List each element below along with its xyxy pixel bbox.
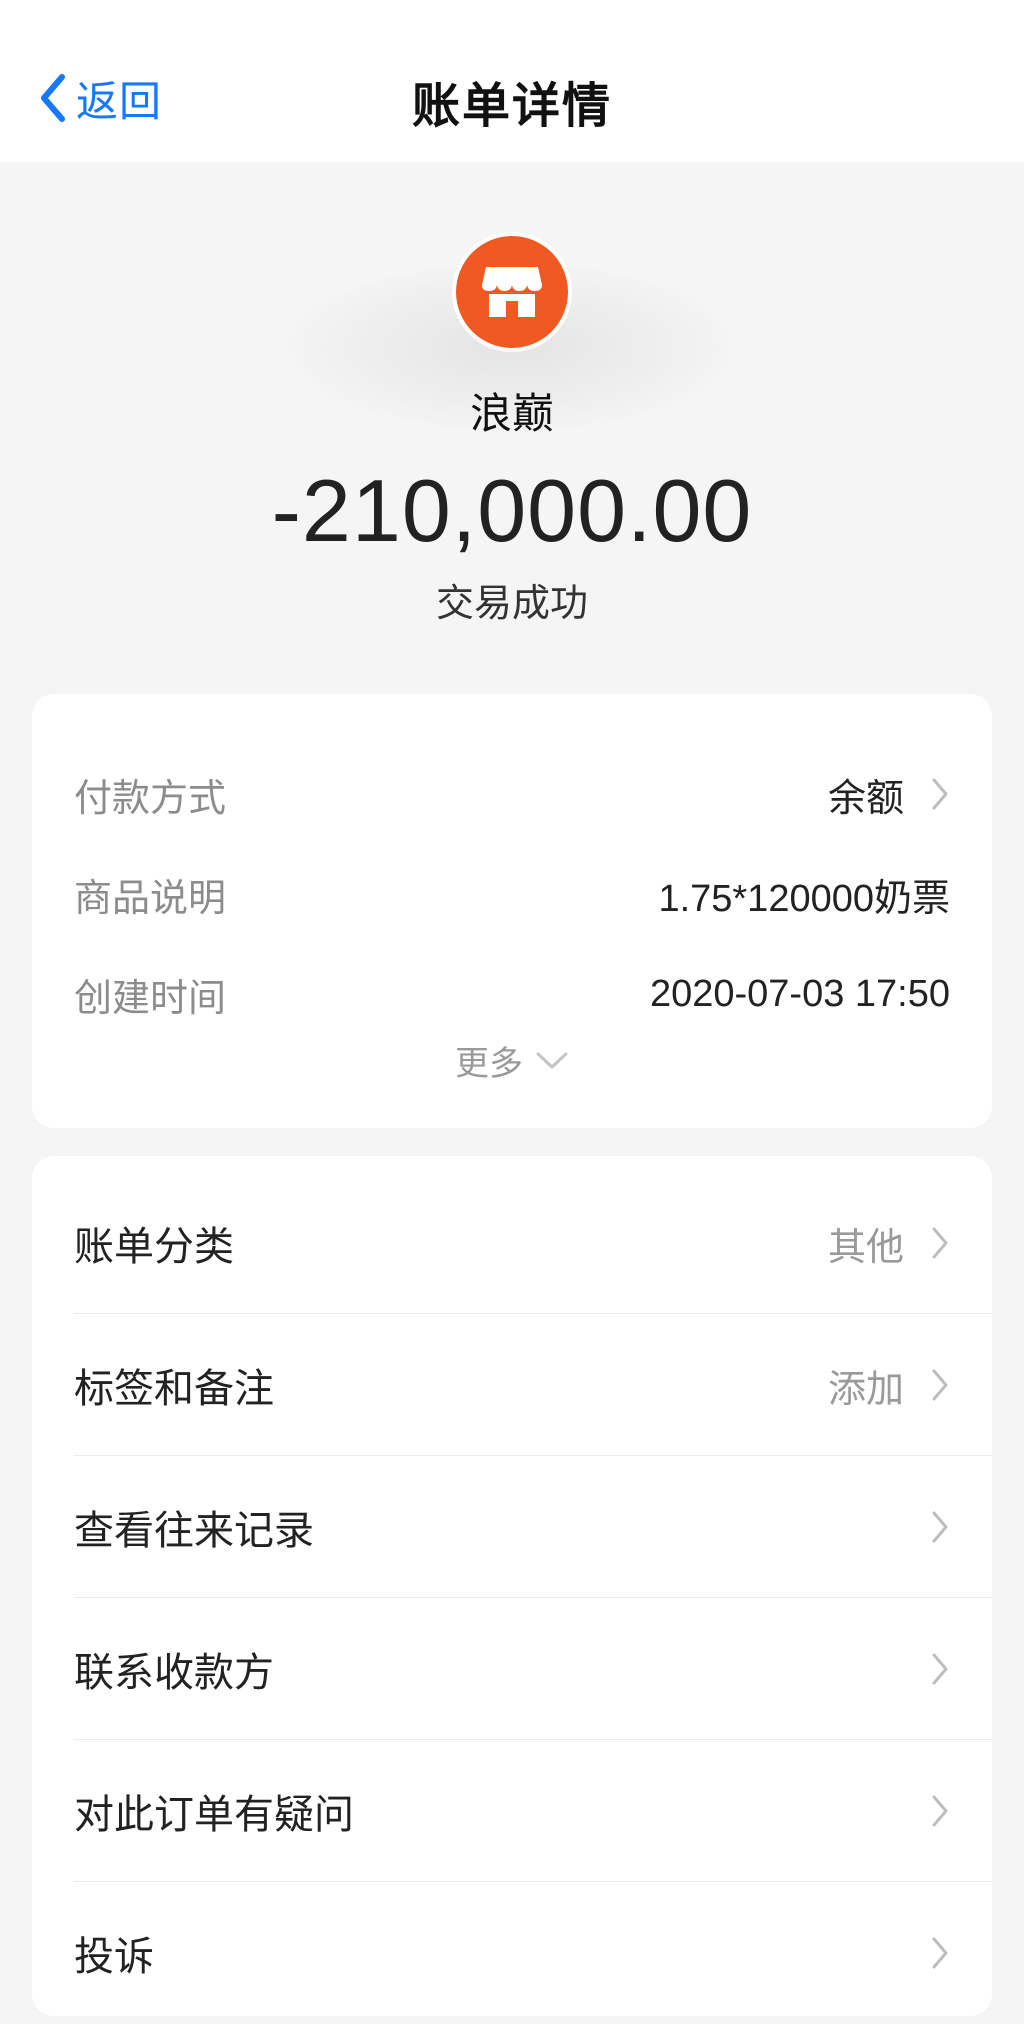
merchant-name: 浪巅 <box>469 389 554 438</box>
action-right <box>904 1509 950 1545</box>
chevron-right-icon <box>932 1795 948 1827</box>
action-label: 投诉 <box>74 1934 154 1980</box>
tags-notes-value: 添加 <box>827 1366 904 1411</box>
product-description-value: 1.75*120000奶票 <box>658 877 950 920</box>
action-row-contact-payee[interactable]: 联系收款方 <box>32 1598 992 1740</box>
action-right <box>904 1793 950 1829</box>
bill-category-value: 其他 <box>827 1224 904 1269</box>
action-right <box>904 1651 950 1687</box>
detail-label: 商品说明 <box>74 875 227 920</box>
action-label: 查看往来记录 <box>74 1508 314 1554</box>
transaction-summary: 浪巅 -210,000.00 交易成功 <box>0 162 1024 692</box>
chevron-right-icon <box>932 778 948 810</box>
action-row-tags-notes[interactable]: 标签和备注 添加 <box>32 1314 992 1456</box>
action-right <box>904 1935 950 1971</box>
action-row-view-history[interactable]: 查看往来记录 <box>32 1456 992 1598</box>
detail-value: 余额 <box>828 767 950 822</box>
detail-row-product-description: 商品说明 1.75*120000奶票 <box>74 864 950 924</box>
action-label: 账单分类 <box>74 1224 234 1270</box>
more-label: 更多 <box>455 1044 523 1084</box>
action-row-complaint[interactable]: 投诉 <box>32 1882 992 2024</box>
chevron-right-icon <box>932 1227 948 1259</box>
detail-label: 创建时间 <box>74 975 227 1020</box>
detail-label: 付款方式 <box>74 775 227 820</box>
chevron-right-icon <box>932 1937 948 1969</box>
actions-card: 账单分类 其他 标签和备注 添加 查看往来记录 联系收款方 对此订单有疑问 投诉 <box>32 1156 992 2016</box>
action-right: 添加 <box>828 1358 950 1413</box>
chevron-right-icon <box>932 1653 948 1685</box>
action-row-bill-category[interactable]: 账单分类 其他 <box>32 1172 992 1314</box>
chevron-right-icon <box>932 1369 948 1401</box>
transaction-amount: -210,000.00 <box>271 461 753 560</box>
detail-row-payment-method[interactable]: 付款方式 余额 <box>74 764 950 824</box>
chevron-right-icon <box>932 1511 948 1543</box>
action-row-order-question[interactable]: 对此订单有疑问 <box>32 1740 992 1882</box>
page-title: 账单详情 <box>411 78 612 134</box>
payment-method-value: 余额 <box>827 775 904 820</box>
action-label: 对此订单有疑问 <box>74 1792 354 1838</box>
transaction-status: 交易成功 <box>435 581 588 625</box>
detail-row-created-time: 创建时间 2020-07-03 17:50 <box>74 964 950 1024</box>
action-right: 其他 <box>828 1216 950 1271</box>
created-time-value: 2020-07-03 17:50 <box>649 972 950 1015</box>
details-card: 付款方式 余额 商品说明 1.75*120000奶票 创建时间 2020-07-… <box>32 694 992 1128</box>
chevron-down-icon <box>536 1052 568 1068</box>
storefront-icon <box>456 236 568 348</box>
top-navigation-bar: 返回 账单详情 <box>0 0 1024 162</box>
more-details-toggle[interactable]: 更多 <box>32 1036 992 1085</box>
action-label: 标签和备注 <box>74 1366 274 1412</box>
action-label: 联系收款方 <box>74 1650 274 1696</box>
